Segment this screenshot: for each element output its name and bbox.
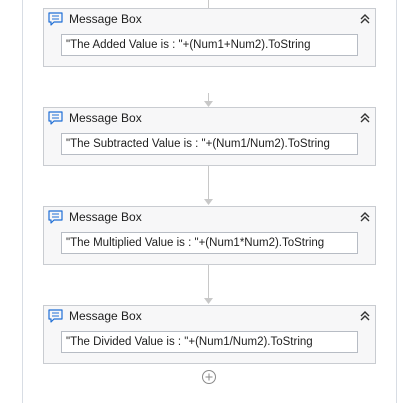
message-box-icon — [48, 12, 63, 26]
workflow-canvas: Message Box "The Added Value is : "+(Num… — [0, 0, 403, 403]
message-box-activity[interactable]: Message Box "The Added Value is : "+(Num… — [43, 8, 376, 67]
message-box-activity[interactable]: Message Box "The Subtracted Value is : "… — [43, 107, 376, 166]
message-box-activity[interactable]: Message Box "The Divided Value is : "+(N… — [43, 305, 376, 364]
activity-header[interactable]: Message Box — [44, 9, 375, 30]
message-box-icon — [48, 309, 63, 323]
message-box-activity[interactable]: Message Box "The Multiplied Value is : "… — [43, 206, 376, 265]
message-text-field[interactable]: "The Divided Value is : "+(Num1/Num2).To… — [61, 331, 358, 353]
connector-arrow — [204, 166, 213, 205]
message-box-icon — [48, 111, 63, 125]
collapse-chevron-icon[interactable] — [356, 208, 374, 226]
activity-header[interactable]: Message Box — [44, 306, 375, 327]
activity-title: Message Box — [69, 309, 142, 323]
message-text-field[interactable]: "The Added Value is : "+(Num1+Num2).ToSt… — [61, 34, 358, 56]
collapse-chevron-icon[interactable] — [356, 10, 374, 28]
activity-title: Message Box — [69, 12, 142, 26]
activity-header[interactable]: Message Box — [44, 207, 375, 228]
message-box-icon — [48, 210, 63, 224]
top-connector-line — [208, 0, 209, 8]
message-text-field[interactable]: "The Multiplied Value is : "+(Num1*Num2)… — [61, 232, 358, 254]
connector-arrow — [204, 265, 213, 304]
add-activity-icon[interactable] — [201, 369, 217, 385]
collapse-chevron-icon[interactable] — [356, 109, 374, 127]
activity-title: Message Box — [69, 111, 142, 125]
connector-arrow — [204, 93, 213, 107]
message-text-field[interactable]: "The Subtracted Value is : "+(Num1/Num2)… — [61, 133, 358, 155]
activity-title: Message Box — [69, 210, 142, 224]
collapse-chevron-icon[interactable] — [356, 307, 374, 325]
activity-header[interactable]: Message Box — [44, 108, 375, 129]
